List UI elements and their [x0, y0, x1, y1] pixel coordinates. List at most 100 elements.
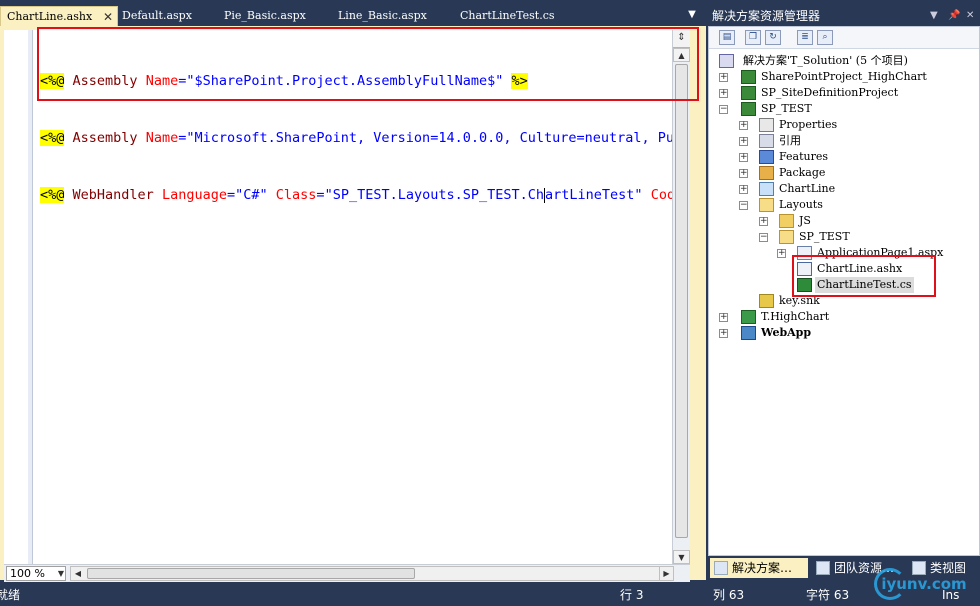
tab-label: ChartLineTest.cs	[460, 9, 555, 22]
expand-icon[interactable]: +	[719, 73, 728, 82]
sharepoint-project-icon	[741, 86, 756, 100]
tree-label: ChartLine	[779, 182, 836, 195]
show-all-files-icon[interactable]: ❐	[745, 30, 761, 45]
code-editor[interactable]: <%@ Assembly Name = "$SharePoint.Project.A…	[4, 30, 690, 582]
attribute-equals: =	[316, 187, 325, 203]
expand-icon[interactable]: +	[739, 137, 748, 146]
references-icon	[759, 134, 774, 148]
directive-name: Assembly	[72, 73, 138, 89]
tree-label: SharePointProject_HighChart	[761, 70, 927, 83]
editor-bottom-bar: 100 % ▼ ◀ ▶	[4, 564, 690, 582]
sharepoint-project-icon	[741, 102, 756, 116]
tab-default-aspx[interactable]: Default.aspx	[122, 6, 192, 26]
web-part-icon	[759, 182, 774, 196]
aspx-file-icon	[797, 246, 812, 260]
attribute-value: "Microsoft.SharePoint, Version=14.0.0.0,…	[186, 130, 676, 146]
collapse-icon[interactable]: −	[719, 105, 728, 114]
horizontal-scrollbar[interactable]: ◀ ▶	[70, 566, 674, 581]
editor-gutter	[4, 30, 36, 564]
expand-icon[interactable]: +	[759, 217, 768, 226]
expand-icon[interactable]: +	[719, 329, 728, 338]
sharepoint-project-icon	[741, 70, 756, 84]
code-line-1: <%@ Assembly Name="$SharePoint.Project.A…	[40, 72, 676, 91]
attribute-equals: =	[226, 187, 236, 203]
directive-open: <%@	[40, 73, 65, 89]
attribute-name: Name	[145, 73, 179, 89]
expand-icon[interactable]: +	[777, 249, 786, 258]
tab-solution-explorer[interactable]: 解决方案…	[710, 558, 808, 578]
horizontal-scroll-thumb[interactable]	[87, 568, 415, 579]
change-margin	[28, 30, 33, 564]
scroll-left-icon[interactable]: ◀	[71, 567, 85, 580]
features-icon	[759, 150, 774, 164]
tree-label: Properties	[779, 118, 838, 131]
status-column: 列 63	[713, 588, 745, 602]
tree-label: Features	[779, 150, 829, 163]
directive-name: WebHandler	[72, 187, 154, 203]
tab-overflow-dropdown-icon[interactable]: ▼	[686, 8, 698, 22]
expand-icon[interactable]: +	[719, 313, 728, 322]
tree-label: SP_SiteDefinitionProject	[761, 86, 899, 99]
view-code-icon[interactable]: ≣	[797, 30, 813, 45]
tab-pie-basic-aspx[interactable]: Pie_Basic.aspx	[224, 6, 306, 26]
team-icon	[816, 561, 830, 575]
close-icon[interactable]: ✕	[103, 7, 113, 27]
tab-label: ChartLine.ashx	[7, 10, 93, 23]
collapse-icon[interactable]: −	[739, 201, 748, 210]
refresh-icon[interactable]: ↻	[765, 30, 781, 45]
tree-label: 解决方案'T_Solution' (5 个项目)	[743, 54, 908, 67]
scroll-right-icon[interactable]: ▶	[659, 567, 673, 580]
scroll-up-icon[interactable]: ▲	[673, 48, 690, 62]
ashx-file-icon	[797, 262, 812, 276]
solution-tree: 解决方案'T_Solution' (5 个项目) + SharePointPro…	[709, 51, 979, 551]
code-text[interactable]: <%@ Assembly Name = "$SharePoint.Project.A…	[40, 34, 676, 243]
close-icon[interactable]: ✕	[966, 6, 974, 26]
status-line: 行 3	[620, 588, 644, 602]
folder-icon	[779, 214, 794, 228]
tab-chartlinetest-cs[interactable]: ChartLineTest.cs	[460, 6, 555, 26]
scroll-thumb[interactable]	[675, 64, 688, 538]
site-watermark: iyunv.com	[872, 566, 976, 602]
scroll-down-icon[interactable]: ▼	[673, 550, 690, 564]
solution-explorer-header: 解决方案资源管理器 ▼ 📌 ✕	[708, 6, 980, 26]
code-line-3: <%@ WebHandler Language="C#" Class="SP_T…	[40, 186, 676, 205]
window-position-icon[interactable]: ▼	[930, 6, 938, 26]
tree-label: Package	[779, 166, 826, 179]
tab-chartline-ashx[interactable]: ChartLine.ashx ✕	[0, 6, 118, 26]
code-line-2: <%@ Assembly Name="Microsoft.SharePoint,…	[40, 129, 676, 148]
zoom-select[interactable]: 100 % ▼	[6, 566, 66, 581]
expand-icon[interactable]: +	[739, 185, 748, 194]
expand-icon[interactable]: +	[739, 169, 748, 178]
directive-close: %>	[511, 73, 528, 89]
tree-label: WebApp	[761, 326, 812, 339]
directive-open: <%@	[40, 130, 65, 146]
status-char: 字符 63	[806, 588, 850, 602]
tree-label: JS	[799, 214, 811, 227]
solution-icon	[719, 54, 734, 68]
tree-label: ApplicationPage1.aspx	[817, 246, 944, 259]
tree-label: key.snk	[779, 294, 820, 307]
tab-label: 解决方案…	[732, 561, 793, 575]
tab-label: Default.aspx	[122, 9, 192, 22]
attribute-name: Language	[161, 187, 227, 203]
properties-icon[interactable]: ▤	[719, 30, 735, 45]
zoom-value: 100 %	[10, 567, 45, 580]
editor-frame: <%@ Assembly Name = "$SharePoint.Project.A…	[0, 26, 706, 582]
tab-line-basic-aspx[interactable]: Line_Basic.aspx	[338, 6, 427, 26]
expand-icon[interactable]: +	[739, 153, 748, 162]
solution-explorer-toolbar: ▤ ❐ ↻ ≣ ⌕	[709, 27, 979, 49]
tree-label: SP_TEST	[799, 230, 850, 243]
tree-label: T.HighChart	[761, 310, 830, 323]
expand-icon[interactable]: +	[719, 89, 728, 98]
directive-name: Assembly	[72, 130, 138, 146]
collapse-icon[interactable]: −	[759, 233, 768, 242]
pin-icon[interactable]: 📌	[948, 6, 960, 26]
attribute-value: artLineTest"	[545, 187, 643, 203]
view-class-diagram-icon[interactable]: ⌕	[817, 30, 833, 45]
properties-folder-icon	[759, 118, 774, 132]
vertical-scrollbar[interactable]: ⇕ ▲ ▼	[672, 30, 690, 564]
status-bar: 就绪 行 3 列 63 字符 63 Ins	[0, 584, 980, 606]
split-handle-icon[interactable]: ⇕	[673, 30, 690, 48]
expand-icon[interactable]: +	[739, 121, 748, 130]
package-icon	[759, 166, 774, 180]
